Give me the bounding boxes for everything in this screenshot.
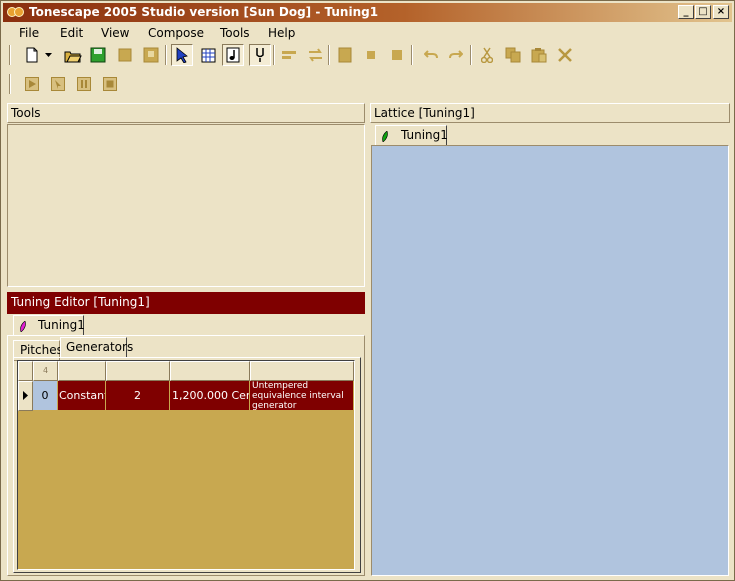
lattice-tab-label: Tuning1 <box>401 128 448 142</box>
toolbar-separator <box>411 45 413 65</box>
tab-generators[interactable]: Generators <box>60 337 133 358</box>
menu-help[interactable]: Help <box>268 26 295 40</box>
menu-file[interactable]: File <box>19 26 39 40</box>
editor-tab-label: Tuning1 <box>38 318 85 332</box>
menu-bar: File Edit View Compose Tools Help <box>3 23 732 42</box>
paste-clipboard-icon[interactable] <box>528 44 550 66</box>
grid-column-header[interactable] <box>106 361 170 381</box>
menu-compose[interactable]: Compose <box>148 26 204 40</box>
undo-icon[interactable] <box>420 44 442 66</box>
app-window: Tonescape 2005 Studio version [Sun Dog] … <box>0 0 735 581</box>
menu-tools[interactable]: Tools <box>220 26 250 40</box>
main-toolbar <box>1 44 735 66</box>
delete-x-icon[interactable] <box>554 44 576 66</box>
grid-cell-interval[interactable]: 1,200.000 Cents <box>170 381 250 411</box>
disabled-tool-icon[interactable] <box>114 44 136 66</box>
generators-grid[interactable]: 4 0 Constant 2 1,200.000 Cents Untempere… <box>17 360 355 570</box>
play-selection-icon[interactable] <box>47 73 69 95</box>
toolbar-separator <box>273 45 275 65</box>
loop-arrows-icon[interactable] <box>304 44 326 66</box>
stop-icon[interactable] <box>99 73 121 95</box>
grid-column-header[interactable] <box>170 361 250 381</box>
grid-corner-header <box>18 361 33 381</box>
grid-cell-count[interactable]: 2 <box>106 381 170 411</box>
menu-edit[interactable]: Edit <box>60 26 83 40</box>
lattice-canvas[interactable] <box>371 145 729 576</box>
cut-scissors-icon[interactable] <box>476 44 498 66</box>
tuning-fork-icon[interactable] <box>249 44 271 66</box>
copy-icon[interactable] <box>502 44 524 66</box>
tuning-editor-header: Tuning Editor [Tuning1] <box>7 292 365 314</box>
toolbar-separator <box>328 45 330 65</box>
grid-cell-type[interactable]: Constant <box>58 381 106 411</box>
grid-column-header[interactable]: 4 <box>33 361 58 381</box>
grid-cell-description[interactable]: Untempered equivalence interval generato… <box>250 381 354 411</box>
menu-view[interactable]: View <box>101 26 129 40</box>
window-title: Tonescape 2005 Studio version [Sun Dog] … <box>29 5 379 19</box>
app-logo-icon <box>7 6 25 19</box>
transport-toolbar <box>1 73 141 95</box>
pink-leaf-icon <box>20 321 26 332</box>
title-bar[interactable]: Tonescape 2005 Studio version [Sun Dog] … <box>3 3 732 22</box>
toolbar-separator <box>165 45 167 65</box>
select-arrow-icon[interactable] <box>171 44 193 66</box>
new-dropdown-arrow-icon[interactable] <box>42 44 54 66</box>
disabled-tool-icon[interactable] <box>386 44 408 66</box>
disabled-tool-icon[interactable] <box>360 44 382 66</box>
open-folder-icon[interactable] <box>62 44 84 66</box>
lattice-panel-header: Lattice [Tuning1] <box>370 103 730 123</box>
tools-panel-body <box>7 124 365 287</box>
grid-column-header[interactable] <box>250 361 354 381</box>
disabled-tool-icon[interactable] <box>334 44 356 66</box>
tab-lattice-tuning1[interactable]: Tuning1 <box>375 125 448 146</box>
toolbar-separator <box>470 45 472 65</box>
grid-column-header[interactable] <box>58 361 106 381</box>
disabled-tool-icon[interactable] <box>140 44 162 66</box>
close-button[interactable]: × <box>713 5 729 19</box>
play-icon[interactable] <box>21 73 43 95</box>
current-row-arrow-icon <box>23 391 28 400</box>
toolbar-grip <box>9 45 11 65</box>
disabled-tool-icon[interactable] <box>278 44 300 66</box>
save-green-icon[interactable] <box>87 44 109 66</box>
grid-cell-index[interactable]: 0 <box>33 381 58 411</box>
tab-editor-tuning1[interactable]: Tuning1 <box>13 315 85 336</box>
grid-view-icon[interactable] <box>197 44 219 66</box>
tools-panel-header: Tools <box>7 103 365 123</box>
maximize-button[interactable]: □ <box>695 5 711 19</box>
toolbar-grip <box>9 74 11 94</box>
minimize-button[interactable]: _ <box>678 5 694 19</box>
new-document-icon[interactable] <box>21 44 43 66</box>
pause-icon[interactable] <box>73 73 95 95</box>
redo-icon[interactable] <box>445 44 467 66</box>
music-note-icon[interactable] <box>222 44 244 66</box>
green-leaf-icon <box>382 131 388 142</box>
row-indicator[interactable] <box>18 381 33 411</box>
